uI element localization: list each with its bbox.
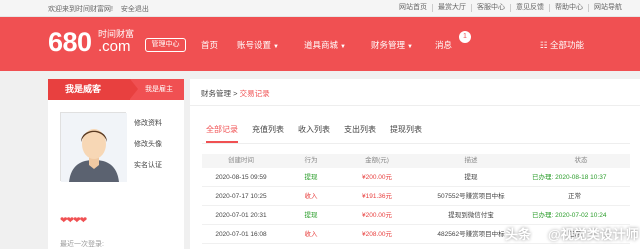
chevron-down-icon: ▼: [407, 44, 413, 50]
table-row: 2020-08-15 09:59 提现 ¥200.00元 提现 已办理: 202…: [202, 168, 630, 187]
edit-profile-link[interactable]: 修改资料: [134, 118, 162, 139]
role-tabs: 我是威客 我是雇主: [48, 79, 184, 100]
header-amount: 金额(元): [365, 157, 389, 164]
cell-time: 2020-07-17 10:25: [215, 193, 267, 200]
topbar-left: 欢迎来到时间财富网! 安全退出: [48, 4, 155, 14]
nav-item-home[interactable]: 首页: [201, 39, 237, 51]
tab-expense[interactable]: 支出列表: [344, 124, 376, 138]
grid-icon: ☷: [540, 40, 548, 50]
nav-menu: 首页 账号设置 ▼ 道具商城 ▼ 财务管理 ▼ 消息: [201, 39, 452, 51]
tab-income[interactable]: 收入列表: [298, 124, 330, 138]
table-row: 2020-07-01 20:31 提现 ¥200.00元 提现到微信付宝 已办理…: [202, 206, 630, 225]
breadcrumb-current: 交易记录: [239, 89, 270, 98]
profile-links: 修改资料 修改头像 实名认证: [134, 118, 162, 181]
chevron-down-icon: ▼: [340, 44, 346, 50]
cell-time: 2020-08-15 09:59: [215, 174, 267, 181]
credit-hearts: ❤❤❤❤: [60, 215, 87, 225]
cell-action: 收入: [304, 193, 318, 200]
record-tabs: 全部记录 充值列表 收入列表 支出列表 提现列表: [206, 124, 436, 143]
main-nav: 680 时间财富 .com 管理中心 首页 账号设置 ▼ 道具商城 ▼ 财务管理 ▼ …: [0, 17, 640, 71]
logout-link[interactable]: 安全退出: [121, 6, 149, 13]
topbar-link-service[interactable]: 客服中心: [471, 4, 510, 12]
watermark-prefix: 头条: [505, 227, 532, 242]
cell-action: 提现: [304, 212, 318, 219]
topbar-link-feedback[interactable]: 意见反馈: [510, 4, 549, 12]
divider: [190, 105, 640, 106]
user-avatar-icon: [61, 113, 127, 182]
table-row: 2020-07-17 10:25 收入 ¥191.36元 507552号赚赏项目…: [202, 187, 630, 206]
topbar-links: 网站首页 最赏大厅 客服中心 意见反馈 帮助中心 网站导航: [394, 4, 627, 12]
topbar-link-home[interactable]: 网站首页: [394, 4, 432, 12]
table-header: 创建时间 行为 金额(元) 描述 状态: [202, 154, 630, 168]
topbar-link-hall[interactable]: 最赏大厅: [432, 4, 471, 12]
message-count-badge: 1: [459, 31, 471, 43]
cell-time: 2020-07-01 20:31: [215, 212, 267, 219]
nav-item-finance-label: 财务管理: [371, 40, 406, 50]
nav-item-account[interactable]: 账号设置 ▼: [237, 39, 304, 51]
cell-action: 收入: [304, 231, 318, 238]
cell-amount: ¥200.00元: [362, 212, 392, 219]
divider: [202, 143, 630, 144]
watermark: 头条 @视觉类设计师: [505, 224, 639, 243]
cell-status: 正常: [568, 193, 581, 200]
verification-link[interactable]: 实名认证: [134, 160, 162, 181]
cell-time: 2020-07-01 16:08: [215, 231, 267, 238]
cell-description: 提现到微信付宝: [448, 212, 494, 219]
breadcrumb: 财务管理 > 交易记录: [201, 88, 270, 99]
tab-withdraw[interactable]: 提现列表: [390, 124, 422, 138]
cell-status: 已办理: 2020-08-18 10:37: [532, 174, 607, 181]
header-time: 创建时间: [228, 157, 254, 164]
avatar[interactable]: [60, 112, 127, 182]
nav-item-messages[interactable]: 消息: [435, 39, 452, 51]
logo[interactable]: 680: [48, 28, 92, 56]
tab-i-am-worker[interactable]: 我是威客: [48, 79, 138, 100]
header-status: 状态: [574, 157, 588, 164]
nav-item-account-label: 账号设置: [237, 40, 272, 50]
logo-domain: .com: [98, 38, 131, 55]
nav-item-home-label: 首页: [201, 40, 219, 50]
nav-item-shop-label: 道具商城: [304, 40, 339, 50]
user-sidebar: 我是威客 我是雇主 修改资料 修改头像 实名认证 ❤❤❤❤ 最近一次登录:: [48, 79, 184, 249]
all-functions-label: 全部功能: [550, 40, 585, 50]
watermark-handle: @视觉类设计师: [548, 227, 639, 242]
cell-amount: ¥191.36元: [362, 193, 392, 200]
welcome-text: 欢迎来到时间财富网!: [48, 6, 113, 13]
cell-amount: ¥200.00元: [362, 174, 392, 181]
topbar-link-help[interactable]: 帮助中心: [549, 4, 588, 12]
all-functions-button[interactable]: ☷ 全部功能: [540, 39, 584, 51]
tab-recharge[interactable]: 充值列表: [252, 124, 284, 138]
management-center-button[interactable]: 管理中心: [145, 38, 186, 52]
cell-action: 提现: [304, 174, 318, 181]
nav-item-shop[interactable]: 道具商城 ▼: [304, 39, 371, 51]
chevron-down-icon: ▼: [273, 44, 279, 50]
watermark-logo-icon: [533, 228, 547, 241]
nav-item-finance[interactable]: 财务管理 ▼: [371, 39, 435, 51]
cell-amount: ¥208.00元: [362, 231, 392, 238]
cell-description: 提现: [464, 174, 478, 181]
last-login-label: 最近一次登录:: [60, 241, 104, 248]
tab-i-am-employer[interactable]: 我是雇主: [134, 79, 184, 100]
header-action: 行为: [304, 157, 318, 164]
nav-item-messages-label: 消息: [435, 40, 453, 50]
top-utility-bar: 欢迎来到时间财富网! 安全退出 网站首页 最赏大厅 客服中心 意见反馈 帮助中心…: [0, 0, 640, 17]
breadcrumb-root[interactable]: 财务管理: [201, 89, 231, 98]
topbar-link-sitemap[interactable]: 网站导航: [588, 4, 627, 12]
breadcrumb-separator: >: [233, 89, 238, 98]
cell-status: 已办理: 2020-07-02 10:24: [532, 212, 607, 219]
cell-description: 507552号赚赏项目中标: [437, 193, 505, 200]
header-description: 描述: [464, 157, 478, 164]
tab-all-records[interactable]: 全部记录: [206, 124, 238, 143]
edit-avatar-link[interactable]: 修改头像: [134, 139, 162, 160]
